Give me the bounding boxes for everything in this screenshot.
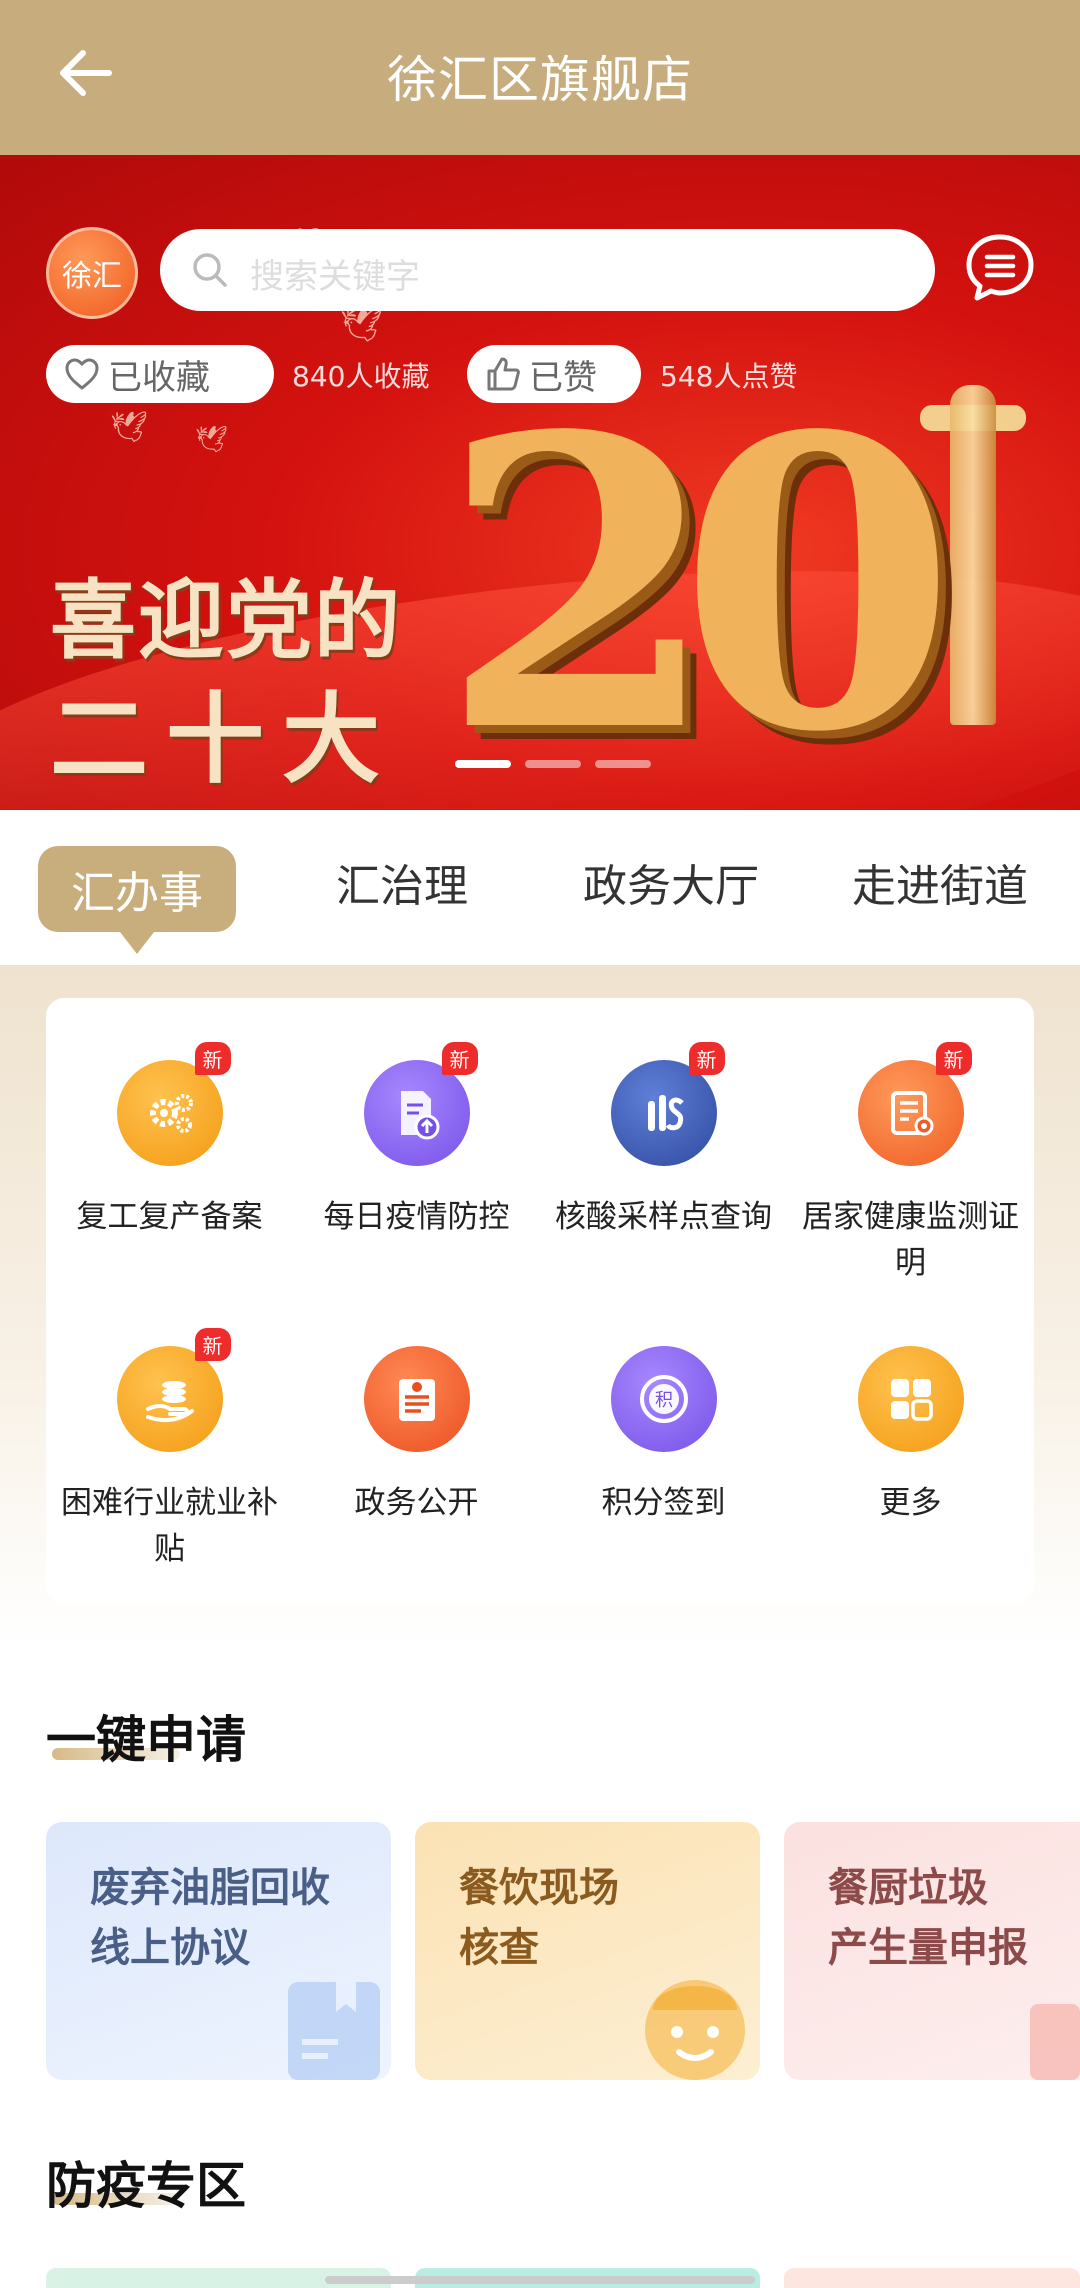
- document-upload-icon: 新: [363, 1042, 478, 1166]
- search-icon: [193, 253, 227, 287]
- service-nucleic-test[interactable]: 新 核酸采样点查询: [540, 1042, 787, 1240]
- apply-card-catering-inspection[interactable]: 餐饮现场 核查: [415, 1822, 760, 2080]
- tab-street[interactable]: 走进街道: [852, 850, 1028, 914]
- svg-text:积: 积: [655, 1390, 673, 1411]
- card-title-line2: 核查: [459, 1925, 539, 1971]
- gears-icon: 新: [116, 1042, 231, 1166]
- grid-icon: [857, 1346, 964, 1452]
- banner-slogan-line1: 喜迎党的: [50, 570, 402, 671]
- store-logo[interactable]: 徐汇: [46, 227, 138, 319]
- new-badge: 新: [194, 1042, 231, 1075]
- heart-icon: [65, 358, 99, 390]
- trash-icon: [1030, 2004, 1080, 2080]
- new-badge: 新: [688, 1042, 725, 1075]
- certificate-icon: 新: [857, 1042, 972, 1166]
- home-indicator[interactable]: [325, 2276, 755, 2284]
- dove-icon: 🕊: [110, 410, 149, 445]
- tab-handle-affairs[interactable]: 汇办事: [38, 846, 236, 954]
- carousel-dot[interactable]: [455, 760, 511, 768]
- points-icon: 积: [610, 1346, 717, 1452]
- pillar-decoration: [950, 385, 996, 725]
- card-title-line2: 线上协议: [90, 1925, 250, 1971]
- service-label: 更多: [879, 1485, 942, 1521]
- service-label: 核酸采样点查询: [555, 1199, 772, 1235]
- hero-banner[interactable]: 🕊 🕊 🕊 🕊 20 喜迎党的 二十大 徐汇 搜索关键字 已收藏 840人收藏 …: [0, 155, 1080, 810]
- apply-card-kitchen-waste[interactable]: 餐厨垃圾 产生量申报: [784, 1822, 1080, 2080]
- new-badge: 新: [441, 1042, 478, 1075]
- card-title-line1: 餐厨垃圾: [828, 1865, 988, 1911]
- new-badge: 新: [194, 1328, 231, 1361]
- carousel-dot[interactable]: [525, 760, 581, 768]
- card-title-line1: 废弃油脂回收: [90, 1865, 330, 1911]
- service-points-checkin[interactable]: 积 积分签到: [540, 1346, 787, 1526]
- dove-icon: 🕊: [340, 305, 384, 345]
- message-icon[interactable]: [963, 231, 1037, 305]
- banner-number: 20: [440, 350, 957, 810]
- service-resume-work[interactable]: 新 复工复产备案: [46, 1042, 293, 1240]
- banner-slogan-line2: 二十大: [50, 682, 399, 797]
- service-more[interactable]: 更多: [787, 1346, 1034, 1526]
- tab-service-hall[interactable]: 政务大厅: [583, 850, 759, 914]
- search-input[interactable]: 搜索关键字: [160, 229, 935, 311]
- service-label: 积分签到: [601, 1485, 726, 1521]
- service-home-health[interactable]: 新 居家健康监测证明: [787, 1042, 1034, 1286]
- book-icon: [288, 1982, 380, 2080]
- tab-governance[interactable]: 汇治理: [336, 850, 468, 914]
- test-tube-icon: 新: [610, 1042, 725, 1166]
- section-title-epidemic-zone: 防疫专区: [46, 2157, 246, 2215]
- card-title: 废弃油脂回收 线上协议: [90, 1858, 330, 1978]
- dove-icon: 🕊: [195, 425, 229, 455]
- carousel-indicator: [455, 760, 651, 768]
- section-title-quick-apply: 一键申请: [46, 1711, 246, 1769]
- card-title-line1: 餐饮现场: [459, 1865, 619, 1911]
- favorite-button[interactable]: 已收藏: [46, 345, 274, 403]
- card-title: 餐饮现场 核查: [459, 1858, 619, 1978]
- service-employment-subsidy[interactable]: 新 困难行业就业补贴: [46, 1328, 293, 1572]
- service-label: 困难行业就业补贴: [61, 1485, 278, 1567]
- carousel-dot[interactable]: [595, 760, 651, 768]
- service-gov-info[interactable]: 政务公开: [293, 1346, 540, 1526]
- page-title: 徐汇区旗舰店: [387, 51, 693, 109]
- service-label: 复工复产备案: [76, 1199, 263, 1235]
- apply-card-oil-recycling[interactable]: 废弃油脂回收 线上协议: [46, 1822, 391, 2080]
- service-label: 每日疫情防控: [323, 1199, 510, 1235]
- search-placeholder: 搜索关键字: [250, 257, 420, 297]
- top-bar: 徐汇区旗舰店: [0, 0, 1080, 155]
- new-badge: 新: [935, 1042, 972, 1075]
- service-label: 居家健康监测证明: [802, 1199, 1019, 1281]
- like-button[interactable]: 已赞: [467, 345, 641, 403]
- chef-icon: [645, 1980, 745, 2080]
- like-count: 548人点赞: [660, 360, 798, 393]
- card-title: 餐厨垃圾 产生量申报: [828, 1858, 1028, 1978]
- card-title-line2: 产生量申报: [828, 1925, 1028, 1971]
- category-tabs: 汇办事 汇治理 政务大厅 走进街道: [0, 810, 1080, 965]
- service-daily-epidemic[interactable]: 新 每日疫情防控: [293, 1042, 540, 1240]
- coins-hand-icon: 新: [116, 1328, 231, 1452]
- services-grid: 新 复工复产备案 新 每日疫情防控 新 核酸采样点查询 新 居家健康监测证明 新…: [46, 998, 1034, 1603]
- like-label: 已赞: [529, 357, 597, 398]
- news-icon: [363, 1346, 470, 1452]
- logo-text: 徐汇: [62, 259, 122, 294]
- epidemic-card-peek[interactable]: [784, 2268, 1080, 2288]
- thumbs-up-icon: [487, 357, 520, 391]
- favorite-label: 已收藏: [108, 357, 210, 398]
- service-label: 政务公开: [354, 1485, 479, 1521]
- favorite-count: 840人收藏: [292, 360, 430, 393]
